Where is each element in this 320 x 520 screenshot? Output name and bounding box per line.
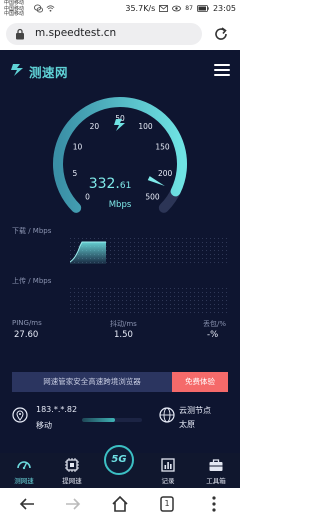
chart-icon — [161, 458, 175, 472]
tab-label: 记录 — [161, 477, 175, 485]
app-header: 测速网 — [0, 50, 240, 90]
isp-name: 移动 — [36, 421, 52, 430]
jitter-value: 1.50 — [114, 330, 133, 340]
speed-value: 332.61 — [89, 176, 132, 192]
stats-row: PING/ms 27.60 抖动/ms 1.50 丢包/% -% — [0, 313, 240, 343]
reload-icon[interactable] — [212, 25, 230, 43]
gauge-tick-label: 200 — [158, 169, 173, 178]
wechat-icon — [34, 4, 43, 13]
download-label: 下载 / Mbps — [12, 227, 52, 235]
upload-label: 上传 / Mbps — [12, 277, 52, 285]
address-bar[interactable]: m.speedtest.cn — [6, 23, 202, 45]
node-title[interactable]: 云测节点 — [179, 405, 211, 416]
menu-icon[interactable] — [214, 64, 230, 76]
logo-icon — [11, 64, 23, 76]
gauge-tick-label: 500 — [145, 193, 160, 202]
free-trial-button[interactable]: 免费体验 — [172, 372, 228, 392]
speedometer-icon — [17, 461, 31, 470]
browser-nav-bar: 1 — [0, 488, 240, 520]
download-chart — [70, 238, 230, 264]
tab-label: 工具箱 — [206, 477, 226, 485]
carrier-list: 中国移动 中国移动 中国移动 — [4, 0, 25, 18]
forward-icon[interactable] — [62, 493, 84, 515]
status-right: 35.7K/s 87 23:05 — [125, 3, 236, 14]
location-pin-icon — [12, 407, 28, 423]
upload-chart — [70, 288, 230, 314]
eye-icon — [172, 5, 182, 12]
clock: 23:05 — [212, 4, 236, 13]
tab-toolbox[interactable]: 工具箱 — [192, 453, 240, 488]
gauge-tick-label: 150 — [155, 142, 170, 151]
bottom-tab-bar: 测网速 提网速 5G 记录 工具箱 — [0, 445, 240, 488]
promo-banner: 网速管家安全高速跨境浏览器 免费体验 — [12, 372, 228, 392]
battery-icon — [197, 5, 209, 12]
status-bar: 中国移动 中国移动 中国移动 35.7K/s 87 23:05 — [0, 0, 240, 18]
gauge-tick-label: 100 — [138, 122, 153, 131]
tabs-button[interactable]: 1 — [156, 493, 178, 515]
globe-icon — [159, 407, 175, 423]
speed-gauge: 0 5 10 20 50 100 150 200 500 332.61 Mbps — [50, 90, 190, 230]
gauge-tick-label: 0 — [85, 193, 90, 202]
test-progress — [82, 418, 142, 422]
toolbox-icon — [209, 459, 223, 471]
gauge-tick-label: 5 — [72, 169, 77, 178]
tab-label: 测网速 — [14, 477, 34, 485]
mail-icon — [159, 5, 169, 12]
home-icon[interactable] — [109, 493, 131, 515]
gauge-svg: 05102050100150200500 332.61 Mbps — [53, 97, 187, 213]
ping-label: PING/ms — [12, 319, 42, 327]
node-city[interactable]: 太原 — [179, 419, 195, 430]
ping-value: 27.60 — [14, 330, 39, 340]
browser-toolbar: m.speedtest.cn — [0, 18, 240, 50]
test-progress-fill — [82, 418, 115, 422]
jitter-label: 抖动/ms — [110, 320, 137, 328]
loss-value: -% — [207, 330, 219, 340]
chip-icon — [65, 458, 79, 472]
app-logo: 测速网 — [29, 65, 69, 80]
speed-unit: Mbps — [109, 200, 132, 210]
tab-count: 1 — [164, 499, 170, 508]
tab-speed-test[interactable]: 测网速 — [0, 453, 48, 488]
gauge-tick-label: 10 — [73, 142, 83, 151]
more-icon[interactable] — [203, 493, 225, 515]
tab-boost[interactable]: 提网速 — [48, 453, 96, 488]
notification-icons — [34, 3, 55, 14]
battery-level: 87 — [185, 5, 193, 12]
server-info: 183.*.*.82 移动 云测节点 太原 — [0, 403, 240, 443]
carrier-name: 中国移动 — [4, 11, 25, 17]
speedtest-app: 测速网 0 5 10 20 50 100 150 200 500 332.61 Mbps 下载 … — [0, 50, 240, 453]
5g-label: 5G — [111, 454, 127, 465]
ip-address: 183.*.*.82 — [36, 405, 78, 414]
promo-text[interactable]: 网速管家安全高速跨境浏览器 — [12, 372, 172, 392]
tab-label: 提网速 — [62, 477, 82, 485]
back-icon[interactable] — [16, 493, 38, 515]
wifi-icon — [46, 5, 55, 12]
tab-history[interactable]: 记录 — [144, 453, 192, 488]
5g-button[interactable]: 5G — [104, 445, 134, 475]
loss-label: 丢包/% — [203, 320, 227, 328]
url-text[interactable]: m.speedtest.cn — [35, 27, 116, 39]
network-speed: 35.7K/s — [125, 4, 156, 13]
gauge-tick-label: 20 — [90, 122, 100, 131]
lock-icon — [16, 28, 24, 40]
